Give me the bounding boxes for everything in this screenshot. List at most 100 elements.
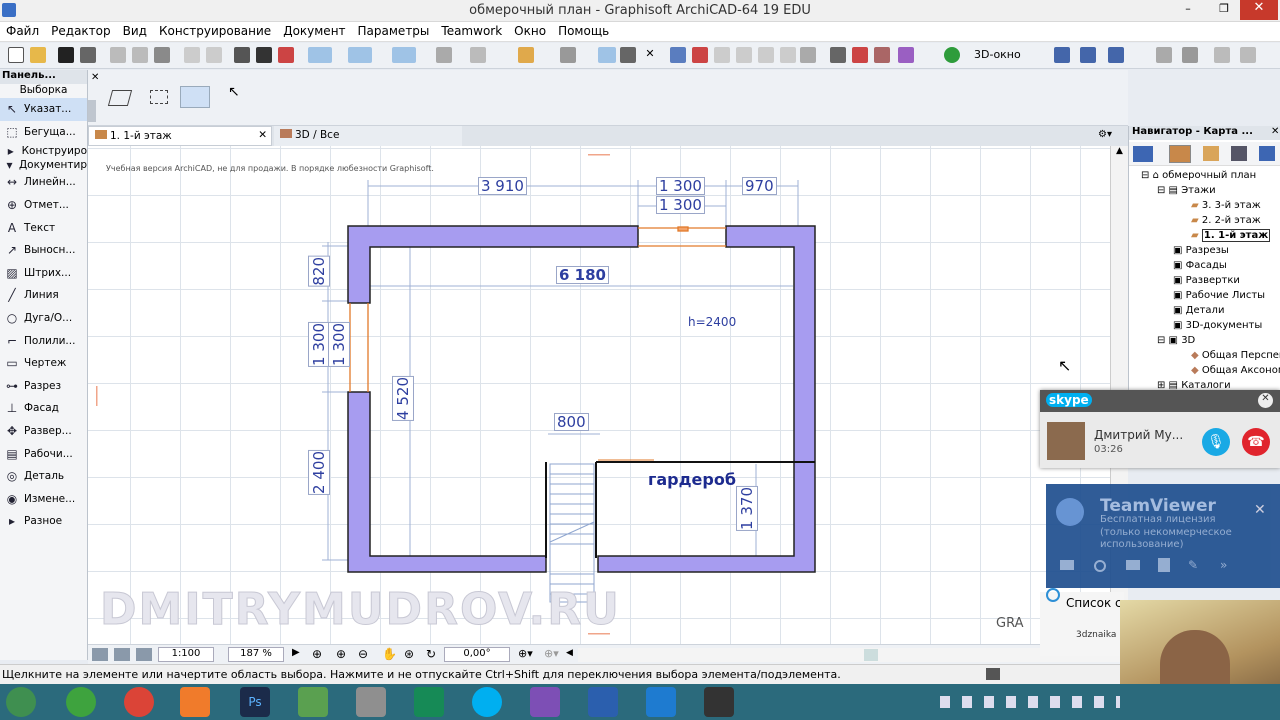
layout-icon[interactable] [92,648,108,661]
teamviewer-taskbar-icon[interactable] [646,687,676,717]
cursor-arrow-icon[interactable]: ↖ [228,84,240,100]
tab-floor-1[interactable]: 1. 1-й этаж ✕ [88,126,272,146]
menu-help[interactable]: Помощь [552,22,615,40]
dim-3910[interactable]: 3 910 [478,177,527,195]
scroll-up-icon[interactable]: ▲ [1111,146,1128,156]
zoom-field[interactable]: 187 % [228,647,284,662]
fit-icon[interactable]: ⊛ [404,647,414,661]
guide-lines-icon[interactable] [308,47,332,63]
tree-story-1[interactable]: ▰ 1. 1-й этаж [1191,229,1271,242]
dim-1300-left-b[interactable]: 1 300 [328,322,350,367]
info-box-close-icon[interactable]: ✕ [91,72,99,83]
tree-3d[interactable]: ⊟ ▣ 3D [1157,335,1195,346]
photoshop-icon[interactable]: Ps [240,687,270,717]
zoom-arrow-icon[interactable]: ▶ [292,647,300,658]
walk-icon[interactable] [1156,47,1172,63]
teamviewer-audio-icon[interactable] [1094,560,1106,572]
dim-2400[interactable]: 2 400 [308,450,330,495]
media-player-icon[interactable] [180,687,210,717]
solid-ops-icon[interactable] [898,47,914,63]
tree-3d-documents[interactable]: ▣ 3D-документы [1173,320,1262,331]
menu-window[interactable]: Окно [508,22,552,40]
teamviewer-files-icon[interactable] [1158,558,1170,572]
tree-perspective[interactable]: ◆ Общая Перспек [1191,350,1280,361]
tree-details[interactable]: ▣ Детали [1173,305,1224,316]
new-file-icon[interactable] [8,47,24,63]
redo-icon[interactable] [206,47,222,63]
offset-icon[interactable] [692,47,708,63]
pick-up-icon[interactable] [256,47,272,63]
suspend-icon[interactable] [874,47,890,63]
tree-story-2[interactable]: ▰ 2. 2-й этаж [1191,215,1261,226]
selection-method-rect-icon[interactable] [150,90,168,104]
tab-close-icon[interactable]: ✕ [258,129,267,141]
forward-icon[interactable] [1214,47,1230,63]
render-icon[interactable] [944,47,960,63]
zoom-fit-icon[interactable] [114,648,130,661]
tool-polyline[interactable]: ⌐ Полили... [0,329,87,352]
room-height-label[interactable]: h=2400 [688,315,736,329]
tab-3d[interactable]: 3D / Все [274,126,462,146]
inject-icon[interactable] [278,47,294,63]
tool-marquee[interactable]: ⬚ Бегуща... [0,121,87,144]
explorer-icon[interactable] [1080,47,1096,63]
tool-change[interactable]: ◉ Измене... [0,488,87,511]
snap-guides-icon[interactable] [348,47,372,63]
sketchup-icon[interactable] [298,687,328,717]
dim-1300-top-a[interactable]: 1 300 [656,177,705,195]
view-icon[interactable] [136,648,152,661]
utorrent-icon[interactable] [66,687,96,717]
room-label-wardrobe[interactable]: гардероб [648,470,736,489]
teamviewer-video-icon[interactable] [1060,560,1074,570]
tree-interior-elevations[interactable]: ▣ Развертки [1173,275,1240,286]
roof-icon[interactable] [800,47,816,63]
tool-elevation[interactable]: ⊥ Фасад [0,397,87,420]
layer-icon[interactable] [436,47,452,63]
project-map-icon[interactable] [1169,145,1191,163]
close-x-icon[interactable]: ✕ [642,47,658,63]
tool-drawing[interactable]: ▭ Чертеж [0,352,87,375]
pan-icon[interactable]: ✋ [382,647,397,661]
angle-field[interactable]: 0,00° [444,647,510,662]
menu-file[interactable]: Файл [0,22,45,40]
tree-sections[interactable]: ▣ Разрезы [1173,245,1229,256]
tool-dimension[interactable]: ↔ Линейн... [0,171,87,194]
menu-options[interactable]: Параметры [352,22,436,40]
cut-icon[interactable] [110,47,126,63]
split-icon[interactable] [736,47,752,63]
skype-close-icon[interactable]: ✕ [1258,393,1273,408]
navigator-close-icon[interactable]: ✕ [1271,126,1279,137]
scroll-left-icon[interactable]: ◀ [566,648,573,658]
object-icon[interactable] [518,47,534,63]
paste-icon[interactable] [154,47,170,63]
table-icon[interactable] [620,47,636,63]
drawing-app-icon[interactable] [356,687,386,717]
dim-820[interactable]: 820 [308,256,330,287]
group-icon[interactable] [830,47,846,63]
skype-taskbar-icon[interactable] [472,687,502,717]
tray-icons[interactable] [940,696,1120,708]
tool-fill[interactable]: ▨ Штрих... [0,262,87,285]
close-button[interactable]: ✕ [1240,0,1278,20]
intersect-icon[interactable] [780,47,796,63]
camera-icon[interactable] [1054,47,1070,63]
teamviewer-chat-icon[interactable] [1126,560,1140,570]
drawing-canvas[interactable]: Учебная версия ArchiCAD, не для продажи.… [88,146,1110,644]
tool-text[interactable]: A Текст [0,216,87,239]
maximize-button[interactable]: ❐ [1212,2,1236,18]
tree-elevations[interactable]: ▣ Фасады [1173,260,1227,271]
back-icon[interactable] [1240,47,1256,63]
magic-wand-icon[interactable] [598,47,616,63]
info-box-grip[interactable] [88,100,96,122]
group-design[interactable]: ▸ Конструиро [0,143,87,159]
dim-1300-top-b[interactable]: 1 300 [656,196,705,214]
lock-icon[interactable] [852,47,868,63]
menu-view[interactable]: Вид [117,22,153,40]
teamviewer-expand-icon[interactable]: » [1220,558,1227,572]
rotate-icon[interactable]: ↻ [426,647,436,661]
wall-tool-icon[interactable] [470,47,486,63]
menu-design[interactable]: Конструирование [153,22,277,40]
prev-zoom-icon[interactable]: ⊕▾ [518,647,533,660]
publisher-icon[interactable] [1259,146,1275,161]
copy-icon[interactable] [132,47,148,63]
